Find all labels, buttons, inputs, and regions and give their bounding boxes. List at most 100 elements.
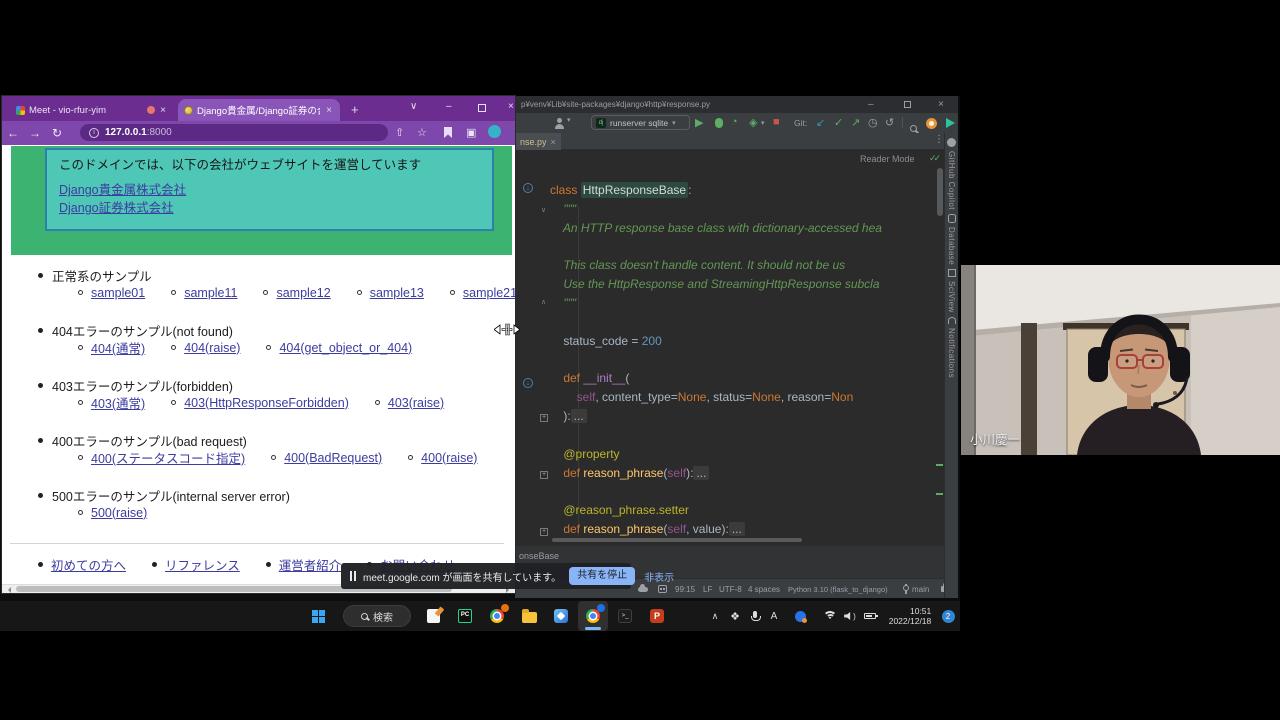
sample-link[interactable]: 403(HttpResponseForbidden) xyxy=(184,396,349,410)
bell-icon[interactable] xyxy=(948,317,956,324)
more-options-icon[interactable]: ⋮ xyxy=(934,134,944,145)
stop-button[interactable]: ■ xyxy=(773,116,780,128)
git-update-icon[interactable]: ↙ xyxy=(816,116,825,129)
minimize-button[interactable]: – xyxy=(446,101,452,112)
indent-setting[interactable]: 4 spaces xyxy=(748,585,780,594)
sample-link[interactable]: 400(BadRequest) xyxy=(284,451,382,465)
start-button[interactable] xyxy=(303,601,333,631)
tab-django-site[interactable]: Django貴金属/Django証券の合同 × xyxy=(178,99,340,121)
notification-badge[interactable]: 2 xyxy=(938,601,958,631)
reload-icon[interactable]: ↻ xyxy=(46,126,68,140)
footer-link[interactable]: リファレンス xyxy=(165,555,240,574)
sample-link[interactable]: sample12 xyxy=(276,286,330,300)
run-config-selector[interactable]: dj runserver sqlite ▾ xyxy=(591,115,690,130)
rollback-icon[interactable]: ↺ xyxy=(885,116,894,129)
inspections-ok-icon[interactable]: ✓✓ xyxy=(929,153,938,164)
copilot-status-icon[interactable] xyxy=(658,585,667,593)
battery-icon[interactable] xyxy=(860,601,880,631)
taskbar-chrome-profile1[interactable] xyxy=(482,601,512,631)
profile-avatar[interactable] xyxy=(488,125,501,138)
git-branch-icon[interactable] xyxy=(902,584,910,594)
tool-window-button-database[interactable]: Database xyxy=(947,227,956,265)
taskbar-powerpoint[interactable]: P xyxy=(642,601,672,631)
tab-close-icon[interactable]: × xyxy=(324,105,334,116)
editor-hscroll-thumb[interactable] xyxy=(552,538,802,542)
sample-link[interactable]: 404(raise) xyxy=(184,341,240,355)
sample-link[interactable]: 403(raise) xyxy=(388,396,444,410)
stop-sharing-button[interactable]: 共有を停止 xyxy=(569,567,635,585)
tab-close-icon[interactable]: × xyxy=(158,105,168,116)
fold-start-icon[interactable]: ∨ xyxy=(541,206,546,214)
sample-link[interactable]: sample13 xyxy=(370,286,424,300)
taskbar-terminal[interactable]: >_ xyxy=(610,601,640,631)
tool-window-button-github[interactable]: GitHub Copilot xyxy=(947,151,956,210)
share-icon[interactable]: ⇧ xyxy=(395,126,404,139)
fold-expand-icon[interactable]: + xyxy=(540,528,548,536)
close-button[interactable]: × xyxy=(508,101,514,112)
company-link[interactable]: Django貴金属株式会社 xyxy=(59,179,186,198)
footer-link[interactable]: 初めての方へ xyxy=(51,555,126,574)
sample-link[interactable]: sample01 xyxy=(91,286,145,300)
tray-expand[interactable]: ∧ xyxy=(706,601,724,631)
close-button[interactable]: × xyxy=(938,96,944,113)
code-with-me-icon[interactable] xyxy=(926,118,937,129)
taskbar-chrome-active[interactable] xyxy=(578,601,608,631)
interpreter[interactable]: Python 3.10 (flask_to_django) xyxy=(788,585,888,594)
github-icon[interactable] xyxy=(947,138,956,147)
file-encoding[interactable]: UTF-8 xyxy=(719,585,742,594)
sample-link[interactable]: 500(raise) xyxy=(91,506,147,520)
fold-expand-icon[interactable]: + xyxy=(540,471,548,479)
side-panel-icon[interactable]: ▣ xyxy=(466,126,476,139)
sample-link[interactable]: 404(get_object_or_404) xyxy=(279,341,412,355)
sample-link[interactable]: sample11 xyxy=(184,286,237,300)
microphone-icon[interactable] xyxy=(746,601,764,631)
debug-button[interactable] xyxy=(715,118,723,128)
history-icon[interactable]: ◷ xyxy=(868,116,878,129)
git-push-icon[interactable]: ↗ xyxy=(851,116,860,129)
tab-search-chevron-icon[interactable]: ∨ xyxy=(410,101,417,112)
user-icon[interactable] xyxy=(555,118,564,129)
wifi-icon[interactable] xyxy=(820,601,840,631)
taskbar-notepad[interactable] xyxy=(418,601,448,631)
taskbar-pycharm[interactable]: PC xyxy=(450,601,480,631)
fold-expand-icon[interactable]: + xyxy=(540,414,548,422)
volume-icon[interactable]: ) xyxy=(841,601,859,631)
taskbar-explorer[interactable] xyxy=(514,601,544,631)
maximize-button[interactable] xyxy=(478,104,486,112)
ime-indicator[interactable]: A xyxy=(766,601,782,631)
line-ending[interactable]: LF xyxy=(703,585,712,594)
chevron-down-icon[interactable]: ▾ xyxy=(567,116,571,124)
database-icon[interactable] xyxy=(948,214,956,223)
address-bar[interactable]: i 127.0.0.1 :8000 xyxy=(80,124,388,141)
tool-window-button-bell[interactable]: Notifications xyxy=(947,328,956,378)
coverage-button[interactable]: ◔ xyxy=(731,116,738,128)
hide-toast-button[interactable]: 非表示 xyxy=(644,569,674,584)
site-info-icon[interactable]: i xyxy=(89,128,99,138)
sample-link[interactable]: 400(ステータスコード指定) xyxy=(91,448,245,467)
new-tab-button[interactable]: + xyxy=(351,102,359,117)
tab-meet[interactable]: Meet - vio-rfur-yim × xyxy=(10,99,174,121)
back-icon[interactable]: ← xyxy=(2,126,24,140)
forward-icon[interactable]: → xyxy=(24,126,46,140)
chevron-down-icon[interactable]: ▾ xyxy=(761,119,765,127)
profiler-button[interactable]: ◈ xyxy=(749,116,757,129)
maximize-button[interactable] xyxy=(904,101,911,108)
taskbar-search[interactable]: 検索 xyxy=(343,605,411,627)
editor-vscroll-thumb[interactable] xyxy=(937,168,943,216)
editor-tab-response[interactable]: nse.py × xyxy=(515,133,561,150)
search-everywhere-icon[interactable] xyxy=(910,125,917,132)
whats-new-icon[interactable] xyxy=(946,118,955,128)
caret-position[interactable]: 99:15 xyxy=(675,585,695,594)
meet-call-icon[interactable] xyxy=(790,601,810,631)
taskbar-photos[interactable] xyxy=(546,601,576,631)
overridden-marker-icon[interactable]: ↓ xyxy=(523,378,533,388)
dropbox-icon[interactable]: ❖ xyxy=(726,601,744,631)
minimize-button[interactable]: – xyxy=(868,96,874,113)
company-link[interactable]: Django証券株式会社 xyxy=(59,197,174,216)
extensions-icon[interactable] xyxy=(444,127,452,138)
fold-end-icon[interactable]: ∧ xyxy=(541,298,546,306)
sample-link[interactable]: 400(raise) xyxy=(421,451,477,465)
footer-link[interactable]: 運営者紹介 xyxy=(279,555,342,574)
overridden-marker-icon[interactable]: ↓ xyxy=(523,183,533,193)
git-branch-name[interactable]: main xyxy=(912,585,929,594)
